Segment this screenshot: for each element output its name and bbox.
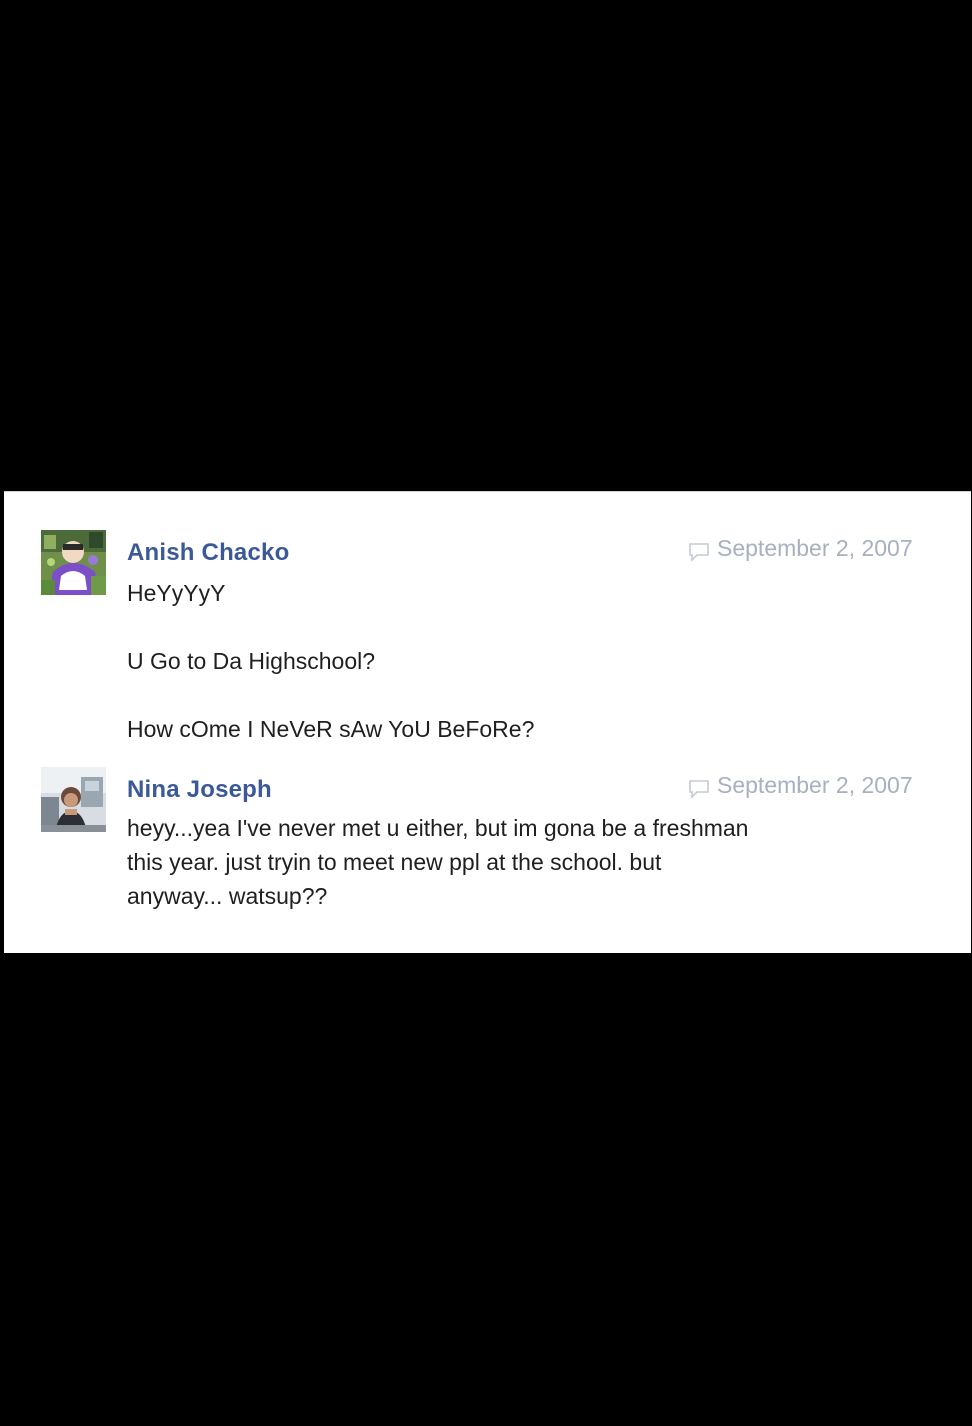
post-body: heyy...yea I've never met u either, but … xyxy=(127,811,887,913)
post-date-link[interactable]: September 2, 2007 xyxy=(717,535,913,562)
post-text-line: heyy...yea I've never met u either, but … xyxy=(127,815,749,841)
author-name-link[interactable]: Anish Chacko xyxy=(127,539,289,567)
post-meta: September 2, 2007 xyxy=(688,772,928,802)
post-text-line: How cOme I NeVeR sAw YoU BeFoRe? xyxy=(127,716,535,742)
comment-bubble-icon xyxy=(689,543,709,562)
comment-bubble-icon xyxy=(689,780,709,799)
post-body: HeYyYyY U Go to Da Highschool? How cOme … xyxy=(127,576,887,746)
post-text-line: this year. just tryin to meet new ppl at… xyxy=(127,849,662,875)
post-date-link[interactable]: September 2, 2007 xyxy=(717,772,913,799)
wall-posts-card: Anish Chacko September 2, 2007 HeYyYyY U… xyxy=(4,491,971,953)
post-text-line: anyway... watsup?? xyxy=(127,883,328,909)
avatar[interactable] xyxy=(41,530,106,595)
profile-photo-icon xyxy=(41,530,106,595)
post-meta: September 2, 2007 xyxy=(688,535,928,565)
author-name-link[interactable]: Nina Joseph xyxy=(127,776,272,804)
profile-photo-icon xyxy=(41,767,106,832)
avatar[interactable] xyxy=(41,767,106,832)
post-text-line: HeYyYyY xyxy=(127,580,226,606)
post-text-line: U Go to Da Highschool? xyxy=(127,648,376,674)
